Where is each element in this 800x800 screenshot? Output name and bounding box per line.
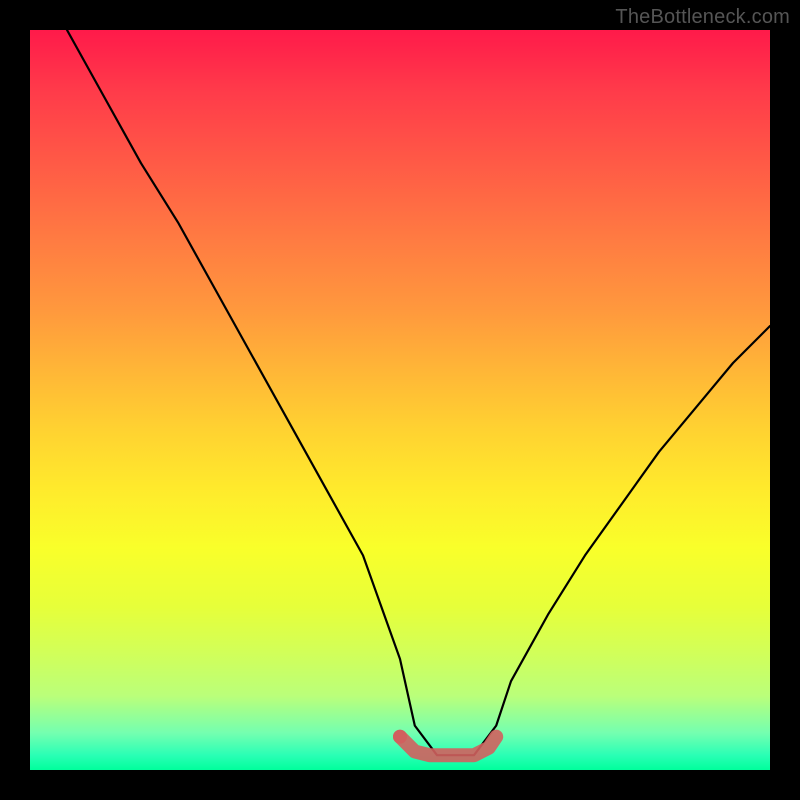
main-curve-path [67,30,770,755]
chart-svg [30,30,770,770]
watermark-text: TheBottleneck.com [615,6,790,29]
plot-area [30,30,770,770]
highlight-band-path [393,730,496,756]
chart-frame: TheBottleneck.com [0,0,800,800]
